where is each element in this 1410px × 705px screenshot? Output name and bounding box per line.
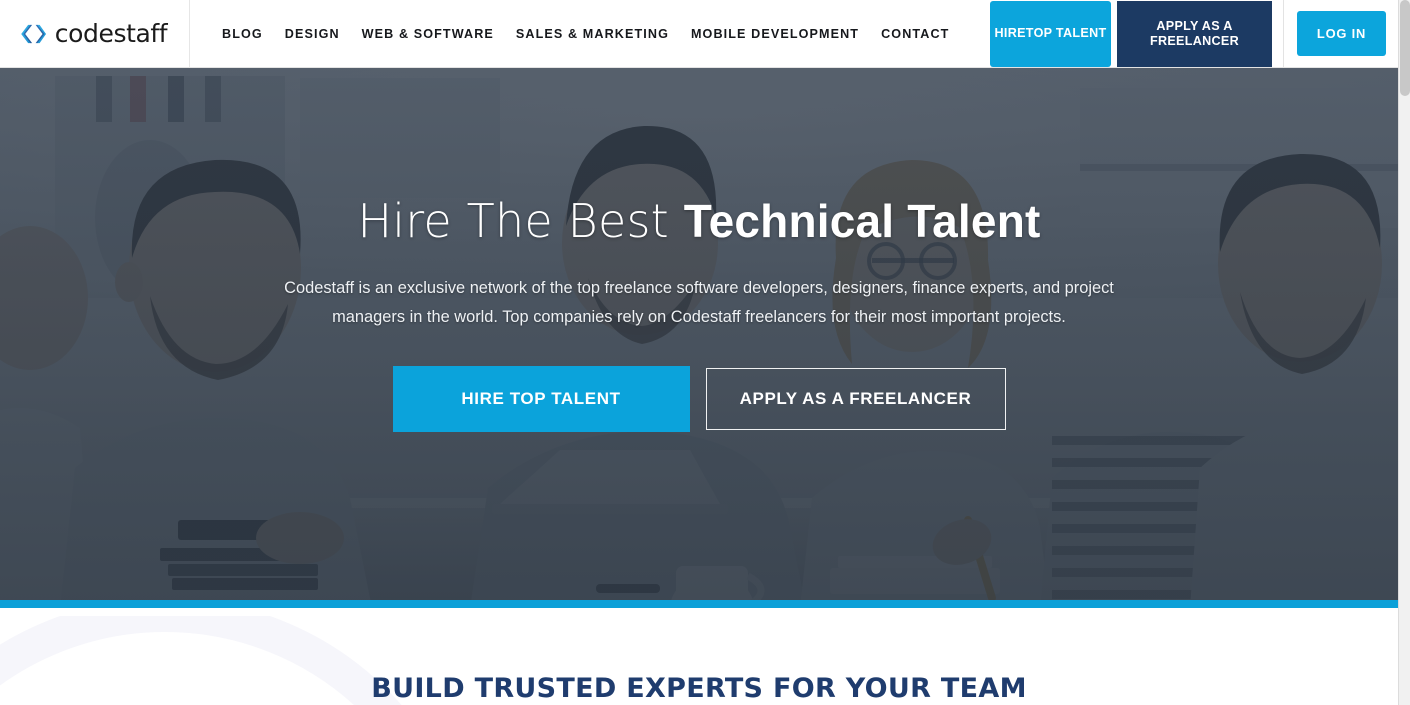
- hero-banner: Hire The Best Technical Talent Codestaff…: [0, 68, 1398, 608]
- trusted-experts-section: BUILD TRUSTED EXPERTS FOR YOUR TEAM: [0, 616, 1398, 705]
- page-scrollbar[interactable]: [1398, 0, 1410, 705]
- browser-viewport: codestaff BLOG DESIGN WEB & SOFTWARE SAL…: [0, 0, 1398, 705]
- primary-nav: BLOG DESIGN WEB & SOFTWARE SALES & MARKE…: [190, 0, 990, 67]
- nav-item-sales-marketing[interactable]: SALES & MARKETING: [505, 0, 680, 68]
- hero-apply-freelancer-button[interactable]: APPLY AS A FREELANCER: [705, 368, 1006, 430]
- nav-item-web-software[interactable]: WEB & SOFTWARE: [351, 0, 505, 68]
- brand-logo[interactable]: codestaff: [0, 0, 190, 67]
- hero-title: Hire The Best Technical Talent: [357, 194, 1040, 248]
- nav-item-design[interactable]: DESIGN: [274, 0, 351, 68]
- hero-hire-top-talent-button[interactable]: HIRE TOP TALENT: [392, 366, 690, 432]
- login-area: LOG IN: [1283, 0, 1398, 67]
- hero-content: Hire The Best Technical Talent Codestaff…: [0, 68, 1398, 608]
- header-apply-freelancer-button[interactable]: APPLY AS A FREELANCER: [1117, 0, 1272, 67]
- header-hire-top-talent-button[interactable]: HIRETOP TALENT: [990, 0, 1111, 67]
- code-chevron-icon: [20, 23, 46, 45]
- hero-title-light: Hire The Best: [357, 194, 684, 248]
- scrollbar-thumb[interactable]: [1400, 0, 1410, 96]
- header-cta-group: HIRETOP TALENT APPLY AS A FREELANCER LOG…: [990, 0, 1398, 67]
- section-title: BUILD TRUSTED EXPERTS FOR YOUR TEAM: [371, 673, 1027, 704]
- nav-item-contact[interactable]: CONTACT: [870, 0, 960, 68]
- brand-name: codestaff: [54, 19, 168, 48]
- login-button[interactable]: LOG IN: [1297, 11, 1386, 56]
- nav-item-mobile-development[interactable]: MOBILE DEVELOPMENT: [680, 0, 870, 68]
- hero-title-bold: Technical Talent: [683, 195, 1041, 247]
- hero-bottom-accent-bar: [0, 600, 1398, 608]
- page-root: codestaff BLOG DESIGN WEB & SOFTWARE SAL…: [0, 0, 1410, 705]
- site-header: codestaff BLOG DESIGN WEB & SOFTWARE SAL…: [0, 0, 1398, 68]
- hero-cta-group: HIRE TOP TALENT APPLY AS A FREELANCER: [392, 366, 1006, 432]
- hero-subtitle: Codestaff is an exclusive network of the…: [284, 279, 1114, 326]
- nav-item-blog[interactable]: BLOG: [211, 0, 274, 68]
